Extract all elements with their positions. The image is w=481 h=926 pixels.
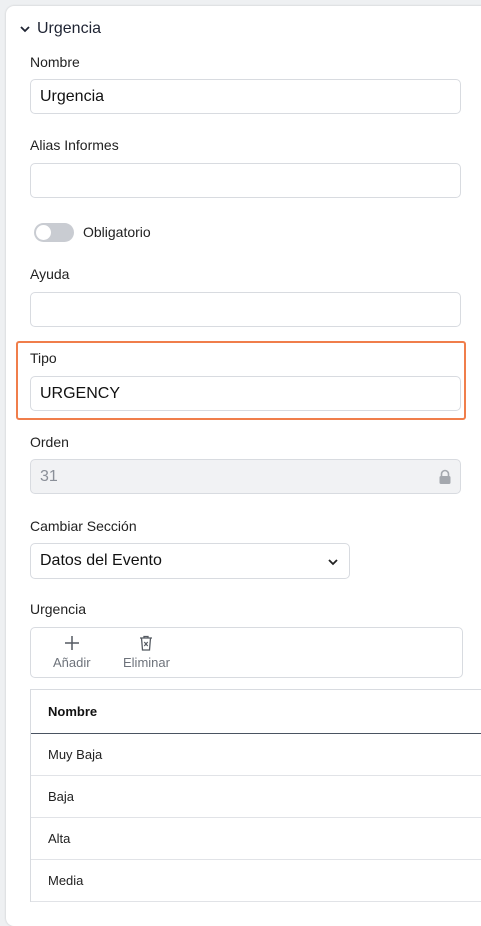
orden-input: 31 — [30, 459, 461, 494]
table-row[interactable]: Media — [31, 860, 481, 902]
orden-value: 31 — [40, 468, 58, 485]
options-toolbar: Añadir Eliminar — [30, 627, 463, 678]
tipo-input[interactable]: URGENCY — [30, 376, 461, 411]
alias-label: Alias Informes — [30, 137, 119, 153]
alias-input[interactable] — [30, 163, 461, 198]
delete-label: Eliminar — [123, 655, 170, 670]
chevron-down-icon — [20, 26, 30, 33]
seccion-label: Cambiar Sección — [30, 518, 137, 534]
table-row[interactable]: Alta — [31, 818, 481, 860]
field-editor-panel: Urgencia Nombre Urgencia Alias Informes … — [6, 6, 481, 926]
seccion-select[interactable]: Datos del Evento — [30, 543, 350, 579]
seccion-value: Datos del Evento — [40, 552, 162, 569]
toggle-knob — [36, 225, 51, 240]
lock-icon — [439, 469, 451, 484]
urgencia-options-label: Urgencia — [30, 601, 87, 617]
nombre-input[interactable]: Urgencia — [30, 79, 461, 114]
table-row[interactable]: Muy Baja — [31, 734, 481, 776]
section-title: Urgencia — [37, 20, 102, 37]
orden-label: Orden — [30, 434, 69, 450]
nombre-label: Nombre — [30, 54, 80, 70]
delete-button[interactable]: Eliminar — [123, 634, 170, 670]
grid-header-nombre[interactable]: Nombre — [31, 690, 481, 734]
ayuda-label: Ayuda — [30, 266, 70, 282]
add-label: Añadir — [53, 655, 91, 670]
add-button[interactable]: Añadir — [53, 634, 91, 670]
chevron-down-icon — [328, 559, 338, 566]
table-row[interactable]: Baja — [31, 776, 481, 818]
obligatorio-toggle[interactable] — [34, 223, 74, 242]
plus-icon — [64, 636, 79, 650]
section-header[interactable]: Urgencia — [19, 20, 101, 38]
obligatorio-label: Obligatorio — [83, 224, 151, 240]
ayuda-input[interactable] — [30, 292, 461, 327]
trash-icon — [140, 635, 153, 651]
options-grid: Nombre Muy Baja Baja Alta Media — [30, 689, 481, 902]
tipo-label: Tipo — [30, 350, 57, 366]
